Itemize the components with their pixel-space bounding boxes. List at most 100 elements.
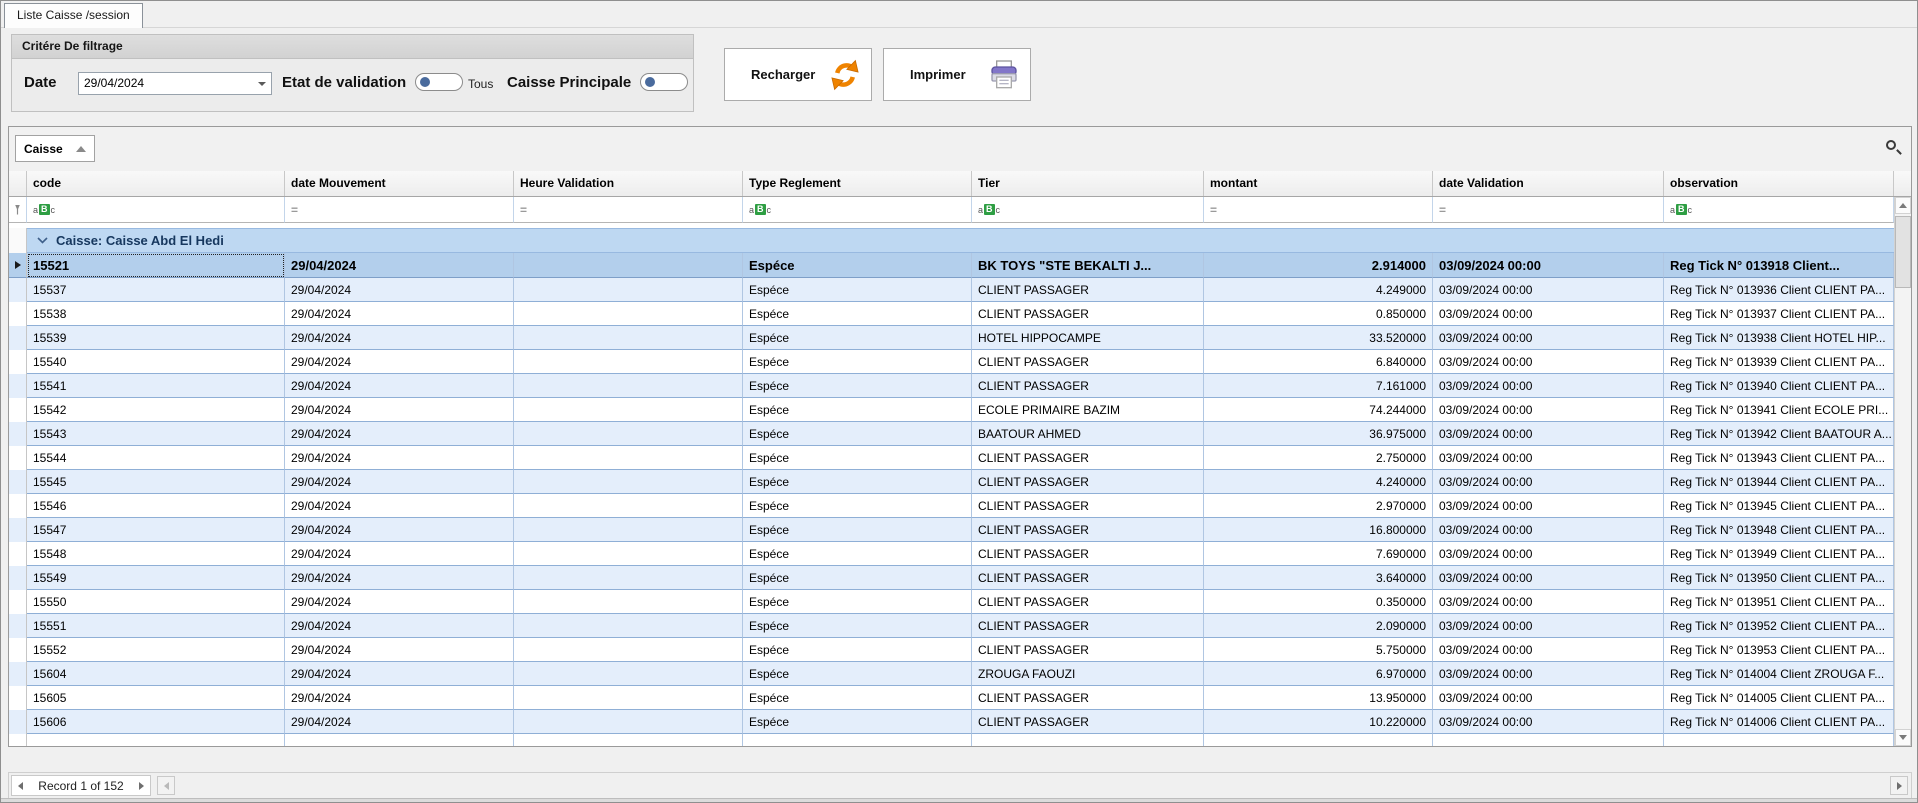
cell-tier[interactable]: CLIENT PASSAGER	[972, 374, 1204, 398]
cell-date_validation[interactable]: 03/09/2024 00:00	[1433, 398, 1664, 422]
cell-observation[interactable]: Reg Tick N° 013953 Client CLIENT PA...	[1664, 638, 1894, 662]
cell-date_validation[interactable]: 03/09/2024 00:00	[1433, 710, 1664, 734]
table-row[interactable]: 1554329/04/2024EspéceBAATOUR AHMED36.975…	[9, 422, 1894, 446]
cell-montant[interactable]: 0.850000	[1204, 302, 1433, 326]
cell-code[interactable]: 15543	[27, 422, 285, 446]
scrollbar-thumb[interactable]	[1895, 216, 1911, 288]
cell-montant[interactable]: 2.090000	[1204, 614, 1433, 638]
cell-date_validation[interactable]: 03/09/2024 00:00	[1433, 302, 1664, 326]
cell-date_validation[interactable]: 03/09/2024 00:00	[1433, 638, 1664, 662]
cell-date_mouvement[interactable]: 29/04/2024	[285, 398, 514, 422]
search-icon[interactable]	[1885, 139, 1903, 157]
cell-date_validation[interactable]: 03/09/2024 00:00	[1433, 253, 1664, 278]
filter-cell-date_mouvement[interactable]: =	[285, 197, 514, 223]
cell-montant[interactable]: 2.914000	[1204, 253, 1433, 278]
cell-montant[interactable]: 4.249000	[1204, 278, 1433, 302]
cell-type_reglement[interactable]: Espéce	[743, 662, 972, 686]
table-row[interactable]: 1552129/04/2024EspéceBK TOYS "STE BEKALT…	[9, 253, 1894, 278]
hscroll-right-button[interactable]	[1890, 776, 1908, 795]
cell-type_reglement[interactable]: Espéce	[743, 326, 972, 350]
cell-heure_validation[interactable]	[514, 638, 743, 662]
cell-date_validation[interactable]: 03/09/2024 00:00	[1433, 542, 1664, 566]
cell-heure_validation[interactable]	[514, 494, 743, 518]
imprimer-button[interactable]: Imprimer	[883, 48, 1031, 101]
cell-code[interactable]: 15538	[27, 302, 285, 326]
cell-heure_validation[interactable]	[514, 614, 743, 638]
cell-date_mouvement[interactable]: 29/04/2024	[285, 494, 514, 518]
column-header-date_mouvement[interactable]: date Mouvement	[285, 171, 514, 196]
filter-cell-date_validation[interactable]: =	[1433, 197, 1664, 223]
cell-code[interactable]: 15540	[27, 350, 285, 374]
cell-date_validation[interactable]: 03/09/2024 00:00	[1433, 470, 1664, 494]
cell-observation[interactable]: Reg Tick N° 014004 Client ZROUGA F...	[1664, 662, 1894, 686]
date-combobox[interactable]: 29/04/2024	[78, 72, 272, 95]
column-header-heure_validation[interactable]: Heure Validation	[514, 171, 743, 196]
cell-observation[interactable]: Reg Tick N° 013940 Client CLIENT PA...	[1664, 374, 1894, 398]
cell-code[interactable]: 15549	[27, 566, 285, 590]
cell-type_reglement[interactable]: Espéce	[743, 638, 972, 662]
cell-code[interactable]: 15547	[27, 518, 285, 542]
cell-observation[interactable]: Reg Tick N° 013937 Client CLIENT PA...	[1664, 302, 1894, 326]
cell-date_mouvement[interactable]: 29/04/2024	[285, 614, 514, 638]
cell-montant[interactable]: 5.750000	[1204, 638, 1433, 662]
cell-tier[interactable]: CLIENT PASSAGER	[972, 686, 1204, 710]
cell-code[interactable]: 15541	[27, 374, 285, 398]
cell-date_mouvement[interactable]: 29/04/2024	[285, 326, 514, 350]
cell-heure_validation[interactable]	[514, 590, 743, 614]
filter-cell-montant[interactable]: =	[1204, 197, 1433, 223]
table-row[interactable]: 1554529/04/2024EspéceCLIENT PASSAGER4.24…	[9, 470, 1894, 494]
cell-observation[interactable]: Reg Tick N° 013944 Client CLIENT PA...	[1664, 470, 1894, 494]
cell-heure_validation[interactable]	[514, 350, 743, 374]
cell-code[interactable]: 15605	[27, 686, 285, 710]
column-header-tier[interactable]: Tier	[972, 171, 1204, 196]
cell-code[interactable]: 15542	[27, 398, 285, 422]
cell-heure_validation[interactable]	[514, 398, 743, 422]
vertical-scrollbar[interactable]	[1894, 197, 1911, 746]
cell-tier[interactable]: HOTEL HIPPOCAMPE	[972, 326, 1204, 350]
cell-date_validation[interactable]: 03/09/2024 00:00	[1433, 374, 1664, 398]
table-row[interactable]: 1560529/04/2024EspéceCLIENT PASSAGER13.9…	[9, 686, 1894, 710]
cell-date_validation[interactable]: 03/09/2024 00:00	[1433, 518, 1664, 542]
cell-montant[interactable]: 16.800000	[1204, 518, 1433, 542]
cell-montant[interactable]: 4.240000	[1204, 470, 1433, 494]
cell-type_reglement[interactable]: Espéce	[743, 374, 972, 398]
table-row[interactable]: 1555029/04/2024EspéceCLIENT PASSAGER0.35…	[9, 590, 1894, 614]
cell-observation[interactable]: Reg Tick N° 013941 Client ECOLE PRI...	[1664, 398, 1894, 422]
cell-observation[interactable]: Reg Tick N° 013939 Client CLIENT PA...	[1664, 350, 1894, 374]
cell-montant[interactable]: 10.220000	[1204, 710, 1433, 734]
cell-date_mouvement[interactable]: 29/04/2024	[285, 374, 514, 398]
cell-type_reglement[interactable]: Espéce	[743, 710, 972, 734]
table-row[interactable]: 1554429/04/2024EspéceCLIENT PASSAGER2.75…	[9, 446, 1894, 470]
cell-tier[interactable]: CLIENT PASSAGER	[972, 350, 1204, 374]
cell-heure_validation[interactable]	[514, 686, 743, 710]
cell-date_mouvement[interactable]: 29/04/2024	[285, 710, 514, 734]
recharger-button[interactable]: Recharger	[724, 48, 872, 101]
cell-type_reglement[interactable]: Espéce	[743, 350, 972, 374]
cell-observation[interactable]: Reg Tick N° 013951 Client CLIENT PA...	[1664, 590, 1894, 614]
cell-date_validation[interactable]: 03/09/2024 00:00	[1433, 422, 1664, 446]
cell-date_mouvement[interactable]: 29/04/2024	[285, 542, 514, 566]
cell-heure_validation[interactable]	[514, 374, 743, 398]
group-row-band[interactable]: Caisse: Caisse Abd El Hedi	[27, 228, 1894, 253]
cell-code[interactable]: 15552	[27, 638, 285, 662]
cell-tier[interactable]: CLIENT PASSAGER	[972, 302, 1204, 326]
nav-next-button[interactable]	[139, 782, 144, 790]
table-row[interactable]: 1560629/04/2024EspéceCLIENT PASSAGER10.2…	[9, 710, 1894, 734]
cell-date_mouvement[interactable]: 29/04/2024	[285, 638, 514, 662]
cell-date_validation[interactable]: 03/09/2024 00:00	[1433, 614, 1664, 638]
table-row[interactable]: 1554229/04/2024EspéceECOLE PRIMAIRE BAZI…	[9, 398, 1894, 422]
table-row[interactable]: 1553829/04/2024EspéceCLIENT PASSAGER0.85…	[9, 302, 1894, 326]
etat-validation-toggle[interactable]	[415, 73, 463, 91]
cell-heure_validation[interactable]	[514, 446, 743, 470]
cell-observation[interactable]: Reg Tick N° 014005 Client CLIENT PA...	[1664, 686, 1894, 710]
cell-montant[interactable]: 13.950000	[1204, 686, 1433, 710]
cell-heure_validation[interactable]	[514, 542, 743, 566]
cell-montant[interactable]: 7.161000	[1204, 374, 1433, 398]
cell-observation[interactable]: Reg Tick N° 013943 Client CLIENT PA...	[1664, 446, 1894, 470]
cell-heure_validation[interactable]	[514, 566, 743, 590]
cell-tier[interactable]: BAATOUR AHMED	[972, 422, 1204, 446]
table-row-partial[interactable]	[9, 734, 1894, 746]
cell-code[interactable]: 15546	[27, 494, 285, 518]
cell-heure_validation[interactable]	[514, 326, 743, 350]
filter-funnel-cell[interactable]	[9, 197, 27, 223]
